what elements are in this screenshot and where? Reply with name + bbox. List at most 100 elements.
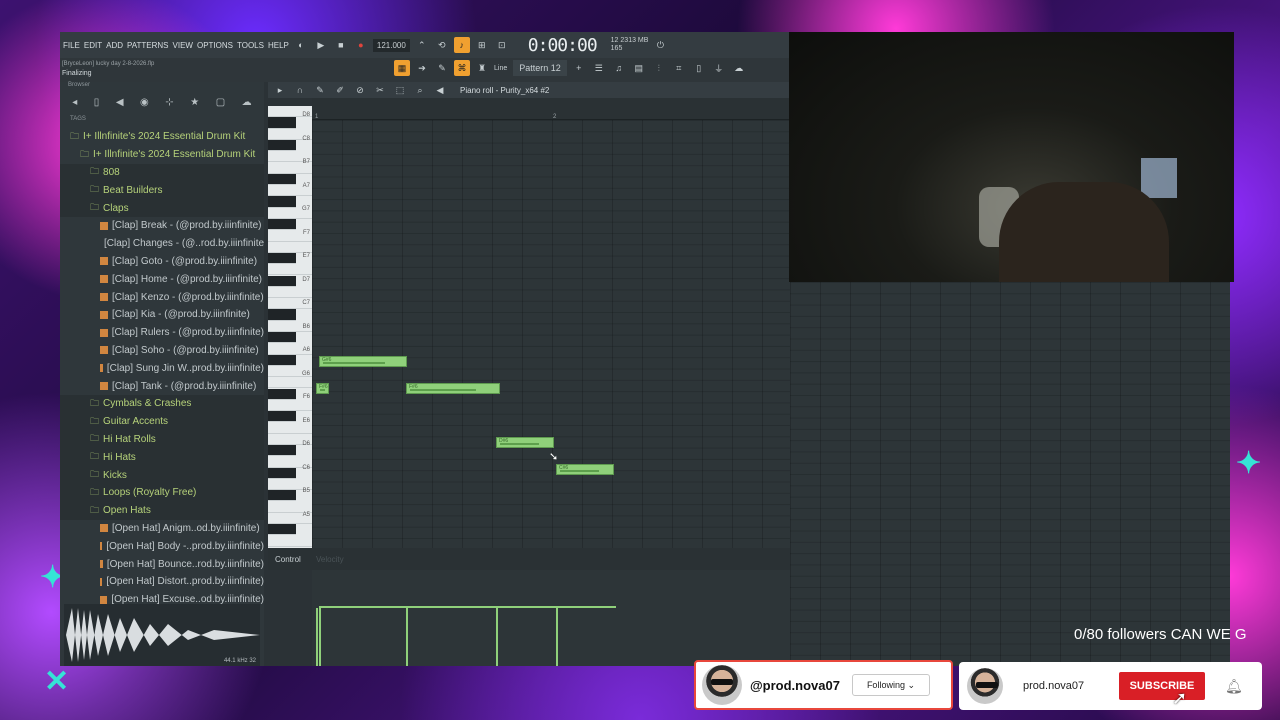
black-key[interactable] bbox=[268, 332, 296, 344]
snap-icon[interactable]: ▦ bbox=[394, 60, 410, 76]
file-icon[interactable]: ▯ bbox=[94, 97, 100, 108]
white-key[interactable] bbox=[268, 400, 312, 412]
note[interactable]: F#6 bbox=[406, 383, 500, 394]
browser-folder[interactable]: 🗀︎ 808 bbox=[60, 163, 264, 182]
browser-file[interactable]: [Clap] Home - (@prod.by.iiinfinite) bbox=[60, 270, 264, 288]
cloud-icon[interactable]: ☁ bbox=[242, 97, 252, 108]
browser-file[interactable]: [Clap] Tank - (@prod.by.iiinfinite) bbox=[60, 377, 264, 395]
sample-waveform[interactable]: 44.1 kHz 32 bbox=[64, 604, 260, 666]
browser-file[interactable]: [Open Hat] Bounce..rod.by.iiinfinite) bbox=[60, 555, 264, 573]
following-button[interactable]: Following ⌄ bbox=[851, 674, 930, 696]
power-icon[interactable]: ⏻ bbox=[652, 37, 668, 53]
speaker-icon[interactable]: ◀ bbox=[116, 97, 124, 108]
browser-file[interactable]: [Clap] Kenzo - (@prod.by.iiinfinite) bbox=[60, 288, 264, 306]
piano-roll-icon[interactable]: ♫ bbox=[611, 60, 627, 76]
playlist-icon[interactable]: ☰ bbox=[591, 60, 607, 76]
mute-icon[interactable]: ✂ bbox=[372, 82, 388, 98]
arrow-right-icon[interactable]: ➔ bbox=[414, 60, 430, 76]
piano-roll-menu-icon[interactable]: ▸ bbox=[272, 82, 288, 98]
white-key[interactable] bbox=[268, 287, 312, 299]
black-key[interactable] bbox=[268, 445, 296, 457]
menu-tools[interactable]: TOOLS bbox=[237, 41, 264, 50]
black-key[interactable] bbox=[268, 252, 296, 265]
pattern-selector[interactable]: Pattern 12 bbox=[513, 60, 567, 76]
black-key[interactable] bbox=[268, 490, 296, 502]
menu-edit[interactable]: EDIT bbox=[84, 41, 102, 50]
black-key[interactable] bbox=[268, 524, 296, 536]
browser-file[interactable]: [Clap] Soho - (@prod.by.iiinfinite) bbox=[60, 342, 264, 360]
black-key[interactable] bbox=[268, 139, 296, 152]
browser-file[interactable]: [Open Hat] Body -..prod.by.iiinfinite) bbox=[60, 537, 264, 555]
blend-notes-icon[interactable]: ♪ bbox=[453, 37, 470, 53]
play-icon[interactable]: ▶ bbox=[313, 37, 329, 53]
mixer-icon[interactable]: ⫶ bbox=[651, 60, 667, 76]
control-label[interactable]: Control bbox=[275, 555, 301, 564]
note[interactable]: D#6 bbox=[496, 437, 554, 448]
timeline-ruler[interactable]: 1 2 bbox=[312, 98, 790, 120]
draw-icon[interactable]: ✎ bbox=[312, 82, 328, 98]
plugin-icon[interactable]: ⊹ bbox=[165, 97, 173, 108]
delete-icon[interactable]: ⊘ bbox=[352, 82, 368, 98]
wait-input-icon[interactable]: ⊡ bbox=[494, 37, 510, 53]
white-key[interactable] bbox=[268, 422, 312, 434]
paint-icon[interactable]: ✐ bbox=[332, 82, 348, 98]
white-key[interactable] bbox=[268, 242, 312, 253]
zoom-icon[interactable]: ⌕ bbox=[412, 82, 428, 98]
channel-rack-icon[interactable]: ▤ bbox=[631, 60, 647, 76]
plugin-icon[interactable]: ⌗ bbox=[671, 60, 687, 76]
browser-file[interactable]: [Clap] Kia - (@prod.by.iiinfinite) bbox=[60, 306, 264, 324]
velocity-bar[interactable] bbox=[316, 608, 318, 666]
black-key[interactable] bbox=[268, 388, 296, 400]
browser-folder[interactable]: 🗀︎ Hi Hat Rolls bbox=[60, 430, 264, 449]
black-key[interactable] bbox=[268, 309, 296, 321]
speaker-icon[interactable]: ◀ bbox=[432, 82, 448, 98]
browser-folder[interactable]: 🗀︎ Claps bbox=[60, 199, 264, 217]
magnet-icon[interactable]: ∩ bbox=[292, 82, 308, 98]
velocity-bar[interactable] bbox=[496, 608, 498, 666]
note[interactable]: C#6 bbox=[556, 464, 614, 475]
globe-icon[interactable]: ◉ bbox=[140, 97, 149, 108]
black-key[interactable] bbox=[268, 219, 296, 231]
pencil-icon[interactable]: ✎ bbox=[434, 60, 450, 76]
plug-icon[interactable]: ⏚ bbox=[711, 60, 727, 76]
browser-folder[interactable]: 🗀︎ Kicks bbox=[60, 466, 264, 484]
black-key[interactable] bbox=[268, 117, 296, 129]
black-key[interactable] bbox=[268, 196, 296, 208]
stop-icon[interactable]: ■ bbox=[333, 37, 349, 53]
folder-icon[interactable]: ▢ bbox=[216, 97, 225, 108]
black-key[interactable] bbox=[268, 467, 296, 479]
file-icon[interactable]: ▯ bbox=[691, 60, 707, 76]
velocity-bar[interactable] bbox=[319, 608, 321, 666]
menu-patterns[interactable]: PATTERNS bbox=[127, 41, 168, 50]
bell-icon[interactable]: 🔔︎ bbox=[1225, 678, 1243, 695]
cloud-icon[interactable]: ☁ bbox=[731, 60, 747, 76]
browser-file[interactable]: [Clap] Break - (@prod.by.iiinfinite) bbox=[60, 217, 264, 235]
white-key[interactable] bbox=[268, 535, 312, 547]
browser-folder[interactable]: 🗀︎ Cymbals & Crashes bbox=[60, 394, 264, 413]
velocity-bar[interactable] bbox=[406, 608, 408, 666]
line-mode-select[interactable]: Line bbox=[494, 65, 507, 72]
menu-help[interactable]: HELP bbox=[268, 41, 289, 50]
tempo-display[interactable]: 121.000 bbox=[372, 38, 410, 52]
velocity-bar[interactable] bbox=[556, 608, 558, 666]
browser-folder[interactable]: 🗀︎ Open Hats bbox=[60, 501, 264, 520]
black-key[interactable] bbox=[268, 411, 296, 423]
subscribe-button[interactable]: SUBSCRIBE bbox=[1119, 672, 1205, 700]
loop-record-icon[interactable]: ⟲ bbox=[434, 37, 450, 53]
star-icon[interactable]: ★ bbox=[190, 97, 199, 108]
select-icon[interactable]: ⬚ bbox=[392, 82, 408, 98]
stamp-icon[interactable]: ♜ bbox=[474, 60, 490, 76]
menu-file[interactable]: FILE bbox=[63, 41, 80, 50]
browser-file[interactable]: [Open Hat] Distort..prod.by.iiinfinite) bbox=[60, 573, 264, 591]
record-icon[interactable]: ● bbox=[353, 37, 369, 53]
piano-keyboard[interactable]: D8 C8 B7 A7 G7 F7 E7 D7 C7 B6 A6 G6 F6 E6 D6 C6 B5 A5 bbox=[268, 106, 312, 548]
white-key[interactable] bbox=[268, 264, 312, 276]
browser-folder[interactable]: 🗀︎ I+ Illnfinite's 2024 Essential Drum Ki… bbox=[60, 146, 264, 164]
menu-add[interactable]: ADD bbox=[106, 41, 123, 50]
browser-folder[interactable]: 🗀︎ Hi Hats bbox=[60, 448, 264, 467]
browser-file[interactable]: [Clap] Sung Jin W..prod.by.iiinfinite) bbox=[60, 359, 264, 377]
note[interactable]: F#6 bbox=[316, 383, 329, 394]
browser-file[interactable]: [Clap] Rulers - (@prod.by.iiinfinite) bbox=[60, 324, 264, 342]
browser-file[interactable]: [Clap] Goto - (@prod.by.iiinfinite) bbox=[60, 253, 264, 271]
browser-file[interactable]: [Open Hat] Anigm..od.by.iiinfinite) bbox=[60, 520, 264, 538]
